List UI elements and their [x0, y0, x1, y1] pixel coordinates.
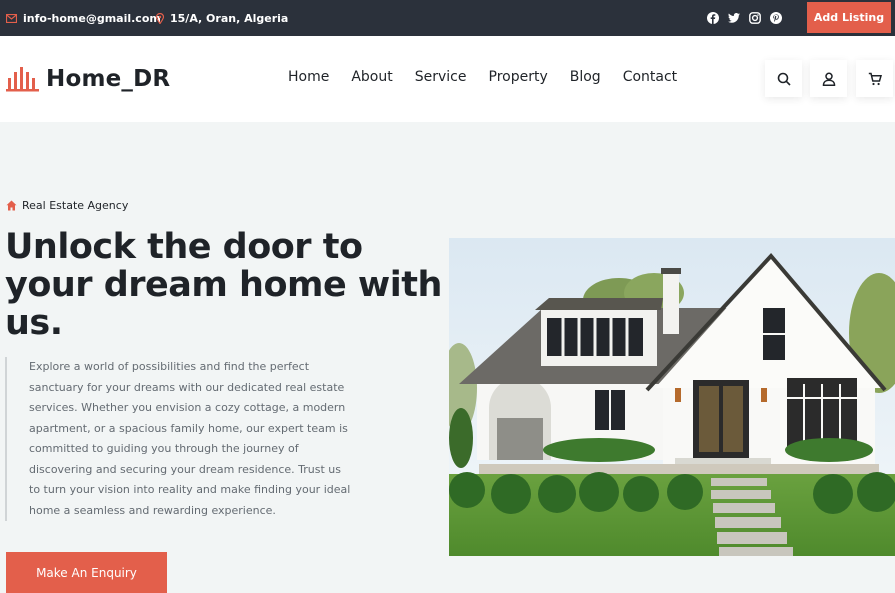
account-button[interactable] — [810, 60, 847, 97]
hero-description: Explore a world of possibilities and fin… — [5, 357, 355, 521]
social-links — [706, 0, 782, 36]
location-pin-icon — [156, 12, 164, 24]
top-bar: info-home@gmail.com 15/A, Oran, Algeria … — [0, 0, 895, 36]
nav-about[interactable]: About — [351, 69, 392, 85]
topbar-email[interactable]: info-home@gmail.com — [6, 0, 161, 36]
email-text: info-home@gmail.com — [23, 11, 161, 25]
search-button[interactable] — [765, 60, 802, 97]
main-nav: Home About Service Property Blog Contact — [288, 69, 677, 85]
user-icon — [822, 72, 835, 86]
nav-service[interactable]: Service — [415, 69, 467, 85]
nav-contact[interactable]: Contact — [623, 69, 677, 85]
home-icon — [6, 200, 17, 211]
cart-button[interactable] — [856, 60, 893, 97]
logo[interactable]: Home_DR — [6, 66, 170, 92]
add-listing-button[interactable]: Add Listing — [807, 2, 891, 33]
address-text: 15/A, Oran, Algeria — [170, 11, 289, 25]
nav-property[interactable]: Property — [489, 69, 548, 85]
topbar-address: 15/A, Oran, Algeria — [156, 0, 288, 36]
nav-blog[interactable]: Blog — [570, 69, 601, 85]
nav-home[interactable]: Home — [288, 69, 329, 85]
hero-eyebrow: Real Estate Agency — [6, 199, 128, 212]
twitter-icon[interactable] — [727, 12, 740, 25]
logo-icon — [6, 67, 39, 92]
pinterest-icon[interactable] — [769, 12, 782, 25]
make-enquiry-button[interactable]: Make An Enquiry — [6, 552, 167, 593]
eyebrow-text: Real Estate Agency — [22, 199, 129, 212]
instagram-icon[interactable] — [748, 12, 761, 25]
mail-icon — [6, 13, 17, 23]
hero-headline: Unlock the door to your dream home with … — [5, 227, 442, 343]
facebook-icon[interactable] — [706, 12, 719, 25]
logo-text: Home_DR — [46, 66, 171, 92]
main-header: Home_DR Home About Service Property Blog… — [0, 36, 895, 122]
cart-icon — [868, 72, 882, 85]
hero-house-image — [449, 238, 895, 556]
search-icon — [777, 72, 791, 86]
